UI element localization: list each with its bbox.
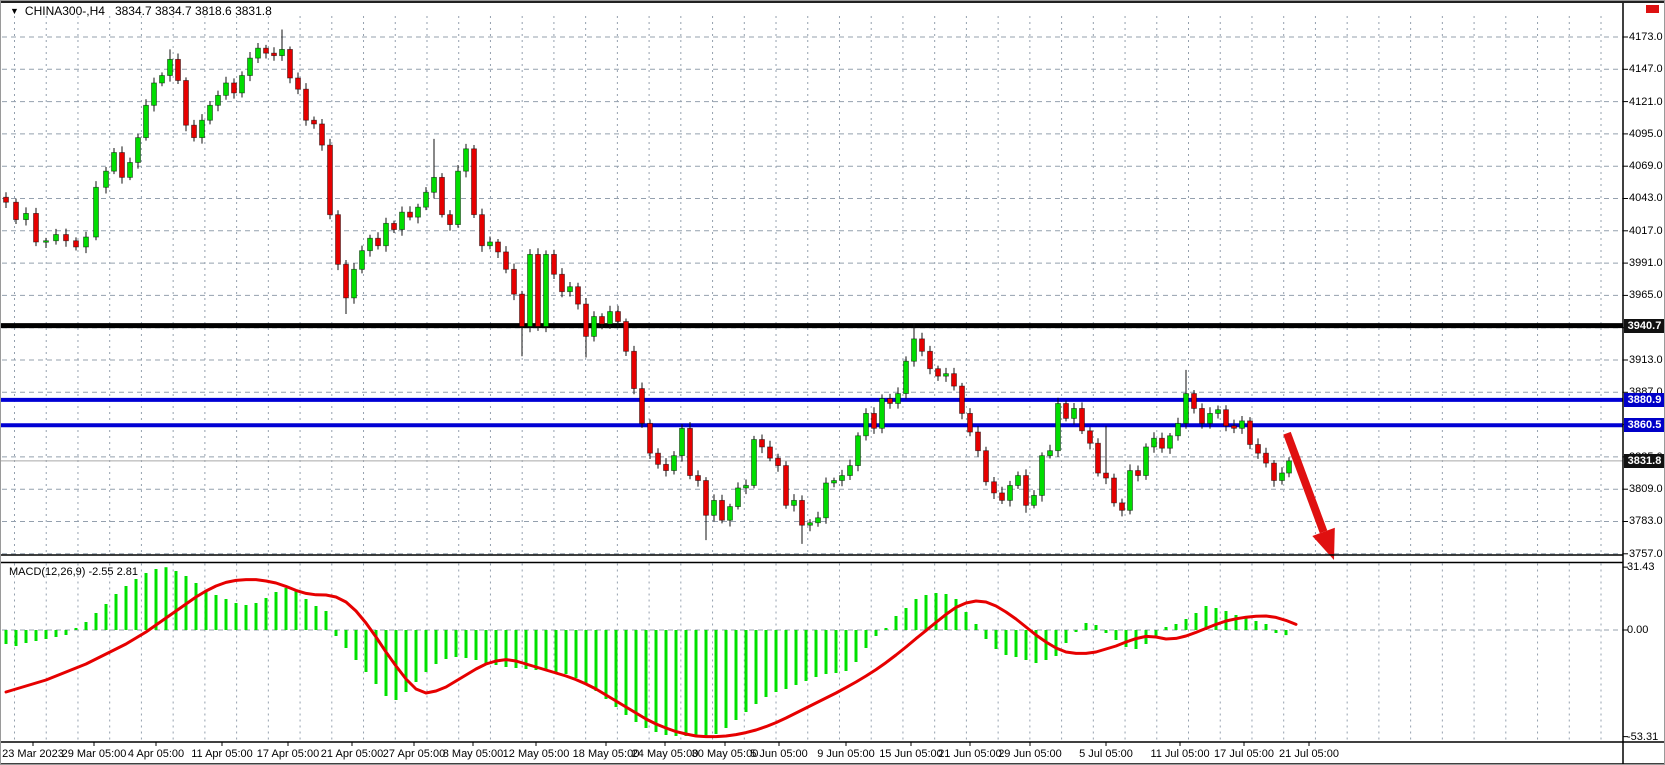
time-tick-label: 29 Mar 05:00	[62, 748, 127, 760]
candles[interactable]	[4, 30, 1292, 544]
price-tick-label: 4095.0	[1629, 128, 1665, 140]
gridlines	[2, 16, 1623, 742]
time-tick-label: 23 Mar 2023	[2, 748, 64, 760]
macd-tick-label: 31.43	[1627, 561, 1665, 573]
macd-tick-label: 0.00	[1627, 624, 1665, 636]
time-tick-label: 21 Jun 05:00	[938, 748, 1002, 760]
price-tick-label: 3809.0	[1629, 483, 1665, 495]
time-tick-label: 11 Jul 05:00	[1150, 748, 1209, 760]
price-tick-label: 4147.0	[1629, 63, 1665, 75]
panel-borders	[1, 3, 1665, 764]
chart-canvas[interactable]	[1, 1, 1665, 765]
trend-arrow[interactable]	[1287, 433, 1335, 560]
time-tick-label: 15 Jun 05:00	[879, 748, 943, 760]
time-tick-label: 11 Apr 05:00	[191, 748, 253, 760]
time-tick-label: 5 Jul 05:00	[1079, 748, 1133, 760]
time-tick-label: 30 May 05:00	[692, 748, 759, 760]
time-tick-label: 12 May 05:00	[503, 748, 570, 760]
top-right-marker	[1646, 5, 1659, 13]
price-tick-label: 3783.0	[1629, 515, 1665, 527]
price-tick-label: 4017.0	[1629, 225, 1665, 237]
symbol-ohlc-title: ▼ CHINA300-,H4 3834.7 3834.7 3818.6 3831.8	[10, 5, 272, 18]
time-tick-label: 24 May 05:00	[632, 748, 699, 760]
level-price-tag: 3860.5	[1624, 418, 1665, 432]
level-price-tag: 3940.7	[1624, 319, 1665, 333]
price-tick-label: 4069.0	[1629, 160, 1665, 172]
symbol-period-label: CHINA300-,H4	[25, 4, 105, 18]
time-tick-label: 29 Jun 05:00	[998, 748, 1062, 760]
price-tick-label: 3757.0	[1629, 548, 1665, 560]
macd-indicator-label: MACD(12,26,9) -2.55 2.81	[9, 566, 138, 579]
time-tick-label: 27 Apr 05:00	[383, 748, 445, 760]
time-tick-label: 5 Jun 05:00	[750, 748, 808, 760]
chart-window: ▼ CHINA300-,H4 3834.7 3834.7 3818.6 3831.8…	[0, 0, 1665, 765]
time-tick-label: 21 Apr 05:00	[321, 748, 383, 760]
time-tick-label: 4 Apr 05:00	[128, 748, 184, 760]
symbol-dropdown-icon[interactable]: ▼	[10, 5, 19, 18]
current-price-tag: 3831.8	[1624, 454, 1665, 468]
time-tick-label: 8 May 05:00	[443, 748, 504, 760]
time-tick-label: 17 Jul 05:00	[1214, 748, 1274, 760]
ohlc-values: 3834.7 3834.7 3818.6 3831.8	[115, 4, 272, 18]
level-price-tag: 3880.9	[1624, 393, 1665, 407]
price-tick-label: 4043.0	[1629, 192, 1665, 204]
price-tick-label: 3965.0	[1629, 289, 1665, 301]
price-level-lines[interactable]	[1, 326, 1623, 461]
time-tick-label: 17 Apr 05:00	[257, 748, 319, 760]
price-tick-label: 3991.0	[1629, 257, 1665, 269]
macd-tick-label: -53.31	[1627, 731, 1665, 743]
price-tick-label: 4173.0	[1629, 31, 1665, 43]
time-tick-label: 9 Jun 05:00	[817, 748, 875, 760]
price-tick-label: 3913.0	[1629, 354, 1665, 366]
price-tick-label: 4121.0	[1629, 96, 1665, 108]
macd-signal-line	[6, 580, 1296, 737]
time-tick-label: 21 Jul 05:00	[1279, 748, 1339, 760]
time-tick-label: 18 May 05:00	[573, 748, 640, 760]
